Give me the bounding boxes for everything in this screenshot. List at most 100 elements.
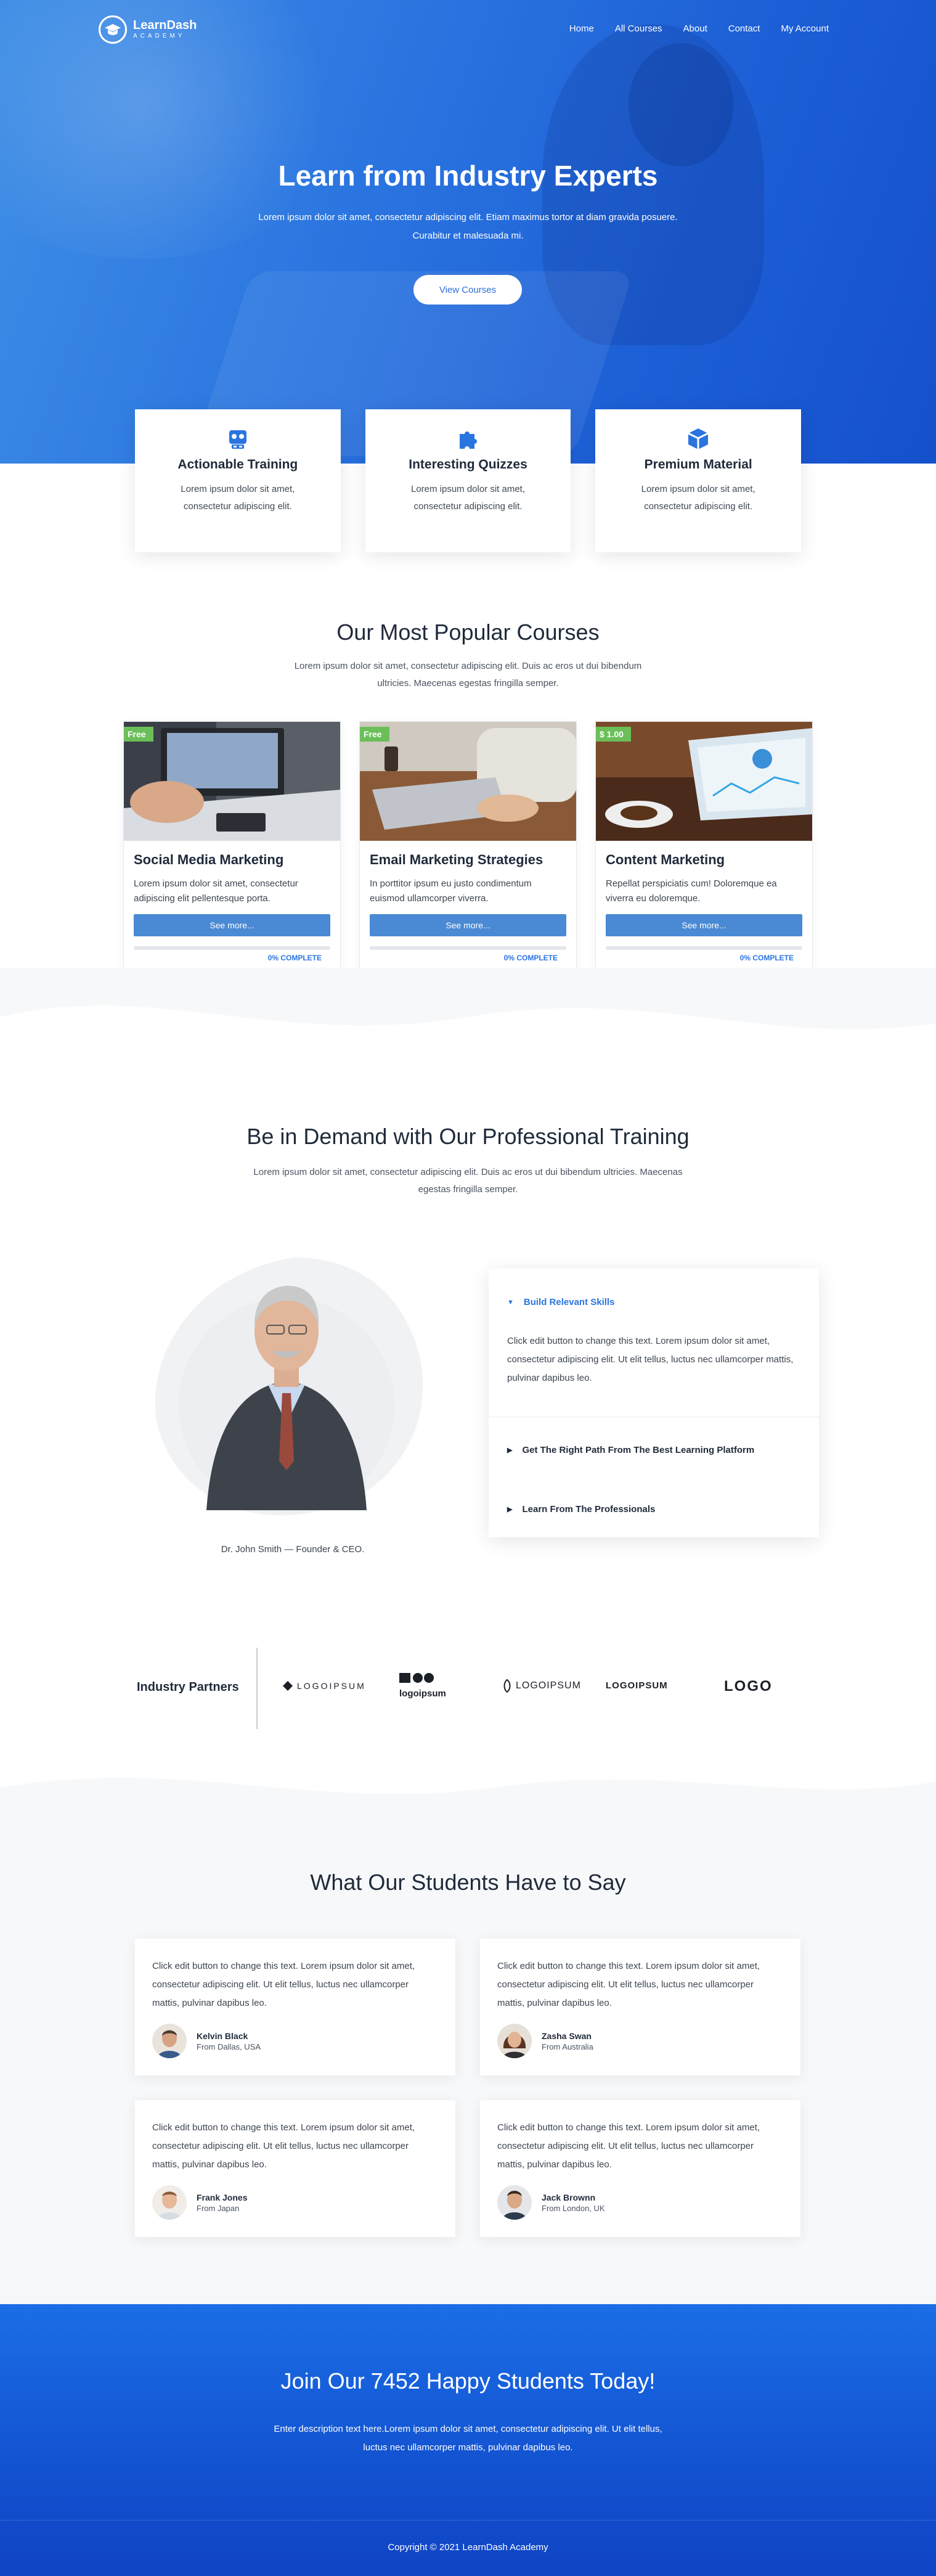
page: LearnDash ACADEMY Home All Courses About… — [0, 0, 936, 2576]
course-description: Lorem ipsum dolor sit amet, consectetur … — [134, 878, 298, 904]
testimonial-name: Zasha Swan — [542, 2030, 592, 2041]
section-wave — [0, 968, 936, 1140]
course-title[interactable]: Email Marketing Strategies — [370, 852, 566, 868]
testimonial-grid: Click edit button to change this text. L… — [135, 1939, 800, 2237]
feature-card: Interesting Quizzes Lorem ipsum dolor si… — [365, 409, 571, 552]
partners-title: Industry Partners — [137, 1680, 239, 1694]
partner-logo-text: logoipsum — [399, 1688, 446, 1699]
partner-logo: logoipsum — [399, 1672, 446, 1699]
hero-title: Learn from Industry Experts — [278, 160, 658, 192]
testimonial-name: Jack Brownn — [542, 2192, 596, 2202]
testimonial-card: Click edit button to change this text. L… — [480, 1939, 800, 2075]
course-card[interactable]: $ 1.00 Content Marketing Repellat perspi… — [595, 721, 813, 994]
course-description: In porttitor ipsum eu justo condimentum … — [370, 878, 532, 904]
brand-tagline: ACADEMY — [133, 33, 185, 39]
price-badge: Free — [124, 727, 153, 742]
course-title[interactable]: Social Media Marketing — [134, 852, 330, 868]
training-title: Be in Demand with Our Professional Train… — [246, 1124, 690, 1149]
course-description: Repellat perspiciatis cum! Doloremque ea… — [606, 878, 777, 904]
course-thumbnail[interactable]: Free — [360, 722, 576, 841]
accordion-body: Click edit button to change this text. L… — [507, 1336, 794, 1383]
cta-text: Enter description text here.Lorem ipsum … — [274, 2424, 662, 2453]
features-row: Actionable Training Lorem ipsum dolor si… — [135, 409, 802, 552]
progress-label: 0% COMPLETE — [503, 954, 558, 962]
copyright: Copyright © 2021 LearnDash Academy — [388, 2542, 548, 2553]
partner-logo: LOGOIPSUM — [502, 1672, 581, 1693]
accordion-header[interactable]: ▼ Build Relevant Skills — [489, 1297, 819, 1307]
courses-subtitle: Lorem ipsum dolor sit amet, consectetur … — [294, 661, 642, 689]
price-badge: $ 1.00 — [596, 727, 631, 742]
cta-title: Join Our 7452 Happy Students Today! — [280, 2368, 656, 2394]
see-more-button[interactable]: See more... — [606, 914, 802, 936]
course-title[interactable]: Content Marketing — [606, 852, 802, 868]
brand-logo[interactable]: LearnDash ACADEMY — [99, 15, 197, 44]
caret-down-icon: ▼ — [507, 1298, 514, 1306]
course-card[interactable]: Free Social Media Marketing Lorem ipsum … — [123, 721, 341, 994]
partner-logo-text: LOGOIPSUM — [297, 1681, 366, 1691]
cube-icon — [686, 427, 710, 451]
nav-my-account[interactable]: My Account — [781, 23, 829, 34]
progress-bar — [370, 946, 566, 950]
logo-mark-icon — [503, 1679, 511, 1693]
course-thumbnail[interactable]: Free — [124, 722, 340, 841]
avatar — [152, 2024, 187, 2058]
testimonial-name: Frank Jones — [197, 2192, 248, 2202]
feature-card: Premium Material Lorem ipsum dolor sit a… — [595, 409, 802, 552]
view-courses-button[interactable]: View Courses — [413, 275, 522, 305]
nav-home[interactable]: Home — [569, 23, 594, 34]
course-thumbnail[interactable]: $ 1.00 — [596, 722, 812, 841]
logo-mark-icon — [399, 1673, 434, 1683]
partner-logo: LOGOIPSUM — [282, 1672, 366, 1691]
partner-logo-text: LOGOIPSUM — [606, 1680, 668, 1691]
courses-title: Our Most Popular Courses — [336, 619, 600, 645]
caret-right-icon: ▶ — [507, 1506, 513, 1513]
section-wave — [0, 1778, 936, 1837]
nav-all-courses[interactable]: All Courses — [615, 23, 662, 34]
feature-title: Premium Material — [644, 457, 752, 472]
accordion-title: Get The Right Path From The Best Learnin… — [522, 1445, 755, 1455]
testimonial-card: Click edit button to change this text. L… — [135, 1939, 455, 2075]
founder-portrait — [151, 1239, 434, 1529]
avatar — [497, 2185, 532, 2220]
testimonial-text: Click edit button to change this text. L… — [152, 1961, 415, 2008]
see-more-button[interactable]: See more... — [134, 914, 330, 936]
feature-text: Lorem ipsum dolor sit amet, consectetur … — [641, 484, 755, 512]
nav-contact[interactable]: Contact — [728, 23, 760, 34]
course-card[interactable]: Free Email Marketing Strategies In portt… — [359, 721, 577, 994]
nav-about[interactable]: About — [683, 23, 707, 34]
progress-bar — [606, 946, 802, 950]
hero-background-head — [629, 43, 733, 166]
avatar — [497, 2024, 532, 2058]
progress-label: 0% COMPLETE — [739, 954, 794, 962]
partner-logo-text: LOGOIPSUM — [516, 1680, 581, 1691]
graduation-cap-icon — [99, 15, 127, 44]
partner-logo-text: LOGO — [724, 1678, 773, 1695]
accordion-title: Learn From The Professionals — [522, 1504, 656, 1515]
accordion-item[interactable]: ▶ Get The Right Path From The Best Learn… — [489, 1445, 819, 1455]
feature-title: Interesting Quizzes — [409, 457, 527, 472]
testimonial-card: Click edit button to change this text. L… — [135, 2100, 455, 2237]
accordion-item[interactable]: ▼ Build Relevant Skills Click edit butto… — [489, 1297, 819, 1388]
partners-divider — [256, 1648, 258, 1729]
price-badge: Free — [360, 727, 389, 742]
main-menu: Home All Courses About Contact My Accoun… — [569, 23, 829, 34]
testimonials-title: What Our Students Have to Say — [310, 1870, 626, 1895]
footer-divider — [0, 2520, 936, 2521]
accordion-item[interactable]: ▶ Learn From The Professionals — [489, 1504, 819, 1515]
feature-title: Actionable Training — [177, 457, 298, 472]
testimonial-text: Click edit button to change this text. L… — [152, 2122, 415, 2170]
hero-subtitle: Lorem ipsum dolor sit amet, consectetur … — [258, 212, 678, 241]
feature-text: Lorem ipsum dolor sit amet, consectetur … — [410, 484, 526, 512]
progress-label: 0% COMPLETE — [267, 954, 322, 962]
accordion-header[interactable]: ▶ Learn From The Professionals — [489, 1504, 819, 1515]
accordion-header[interactable]: ▶ Get The Right Path From The Best Learn… — [489, 1445, 819, 1455]
course-list: Free Social Media Marketing Lorem ipsum … — [123, 721, 813, 994]
partner-logo: LOGO — [724, 1672, 773, 1695]
accordion-title: Build Relevant Skills — [523, 1297, 615, 1307]
partner-logo: LOGOIPSUM — [606, 1672, 668, 1691]
caret-right-icon: ▶ — [507, 1447, 513, 1454]
testimonial-card: Click edit button to change this text. L… — [480, 2100, 800, 2237]
testimonial-location: From Australia — [542, 2042, 593, 2051]
see-more-button[interactable]: See more... — [370, 914, 566, 936]
progress-bar — [134, 946, 330, 950]
